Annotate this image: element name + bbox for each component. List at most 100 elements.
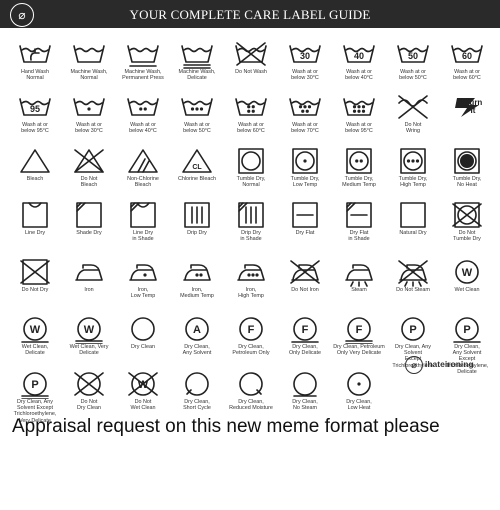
circ-nosteam-icon xyxy=(293,372,317,397)
care-symbol: 40 Wash at or below 40°C xyxy=(332,40,386,81)
care-symbol: Steam xyxy=(332,258,386,293)
symbol-label: Do Not Wash xyxy=(235,69,267,75)
circ-letter-bar2-icon: P xyxy=(21,372,49,399)
circ-letter-icon: F xyxy=(239,317,263,341)
care-symbol: Wash at or below 30°C xyxy=(62,93,116,134)
symbol-label: Dry Clean, Petroleum Only xyxy=(232,344,270,357)
care-symbol: Line Dry xyxy=(8,201,62,236)
iron-icon xyxy=(75,264,103,281)
svg-text:30: 30 xyxy=(300,51,310,61)
care-symbol: A Dry Clean, Any Solvent xyxy=(170,315,224,356)
symbol-label: Dry Clean xyxy=(131,344,155,350)
tub-bar-icon xyxy=(127,45,159,67)
circ-low-icon xyxy=(347,372,371,396)
care-symbol: Do Not Dry xyxy=(8,258,62,293)
care-symbol: W Wet Clean, Delicate xyxy=(8,315,62,356)
symbol-label: Line Dry xyxy=(24,230,46,236)
care-symbol: F Dry Clean, Petroleum Only xyxy=(224,315,278,356)
iron-x-icon xyxy=(290,260,320,284)
symbol-label: Wash at or below 30°C xyxy=(75,122,103,135)
symbol-label: Tumble Dry, Medium Temp xyxy=(342,176,376,189)
care-symbol: Do Not Wash xyxy=(224,40,278,75)
watermark: ⌀ ihateironing xyxy=(405,356,500,374)
care-symbol: Do Not Bleach xyxy=(62,147,116,188)
symbol-label: Line Dry in Shade xyxy=(132,230,154,243)
tub-dots-icon xyxy=(289,98,321,116)
wring-x-icon xyxy=(398,95,428,119)
tub-x-icon xyxy=(235,42,267,66)
symbol-label: Wash at or below 50°C xyxy=(399,69,427,82)
symbol-label: Wash at or below 60°C xyxy=(237,122,265,135)
care-symbol: CL Chlorine Bleach xyxy=(170,147,224,182)
iron-dot-icon xyxy=(183,264,211,281)
circ-icon xyxy=(131,317,155,341)
svg-text:95: 95 xyxy=(30,104,40,114)
symbol-label: Do Not Dry Clean xyxy=(77,399,101,412)
circ-letter-bar-icon: P xyxy=(453,317,481,343)
svg-text:W: W xyxy=(462,267,473,279)
symbol-label: Do Not Steam xyxy=(396,287,430,293)
symbol-label: Wash at or below 95°C xyxy=(345,122,373,135)
symbol-label: Dry Clean, Only Delicate xyxy=(288,344,322,357)
tub-dots-icon xyxy=(235,98,267,116)
care-symbol: Iron, Low Temp xyxy=(116,258,170,299)
symbol-label: Chlorine Bleach xyxy=(177,176,217,182)
sq-x-icon xyxy=(20,259,50,285)
symbol-label: Dry Clean, Reduced Moisture xyxy=(229,399,273,412)
symbol-label: Dry Flat xyxy=(295,230,315,236)
circ-reduced-icon xyxy=(239,372,263,396)
care-symbol: 30 Wash at or below 30°C xyxy=(278,40,332,81)
care-symbol: 60 Wash at or below 60°C xyxy=(440,40,494,81)
chart-title: YOUR COMPLETE CARE LABEL GUIDE xyxy=(129,7,371,22)
symbol-label: Wash at or below 95°C xyxy=(21,122,49,135)
symbol-label: Iron, High Temp xyxy=(238,287,264,300)
svg-text:W: W xyxy=(84,324,95,336)
symbol-label: Wash at or below 60°C xyxy=(453,69,481,82)
tub-num-icon: 30 xyxy=(289,45,321,63)
care-symbol: Do Not Wring xyxy=(386,93,440,134)
meme-caption: Appraisal request on this new meme forma… xyxy=(12,416,440,437)
care-symbol: Non-Chlorine Bleach xyxy=(116,147,170,188)
care-symbol: Bleach xyxy=(8,147,62,182)
care-symbol: Iron, Medium Temp xyxy=(170,258,224,299)
symbol-label: Non-Chlorine Bleach xyxy=(127,176,159,189)
symbol-label: Do Not Dry xyxy=(21,287,49,293)
care-symbol: Do Not Iron xyxy=(278,258,332,293)
symbol-label: Wet Clean, Very Delicate xyxy=(69,344,109,357)
symbol-label: Do Not Tumble Dry xyxy=(453,230,481,243)
symbol-label: Dry Flat in Shade xyxy=(348,230,370,243)
watermark-text: ihateironing xyxy=(425,359,474,369)
sq-circle-dot-icon xyxy=(400,148,426,174)
symbol-label: Tumble Dry, Low Temp xyxy=(290,176,320,189)
symbol-label: Machine Wash, Permanent Press xyxy=(122,69,164,82)
care-symbol: Wash at or below 40°C xyxy=(116,93,170,134)
sq-circle-fill-icon xyxy=(454,148,480,174)
care-symbol: Dry Flat xyxy=(278,201,332,236)
care-symbol: Drip Dry in Shade xyxy=(224,201,278,242)
care-symbol: Machine Wash, Delicate xyxy=(170,40,224,81)
symbol-label: Do Not Bleach xyxy=(80,176,98,189)
svg-text:60: 60 xyxy=(462,51,472,61)
tri-x-icon xyxy=(74,149,104,173)
svg-text:P: P xyxy=(463,324,470,336)
tub-num-icon: 60 xyxy=(451,45,483,63)
svg-text:CL: CL xyxy=(192,164,202,171)
tub-num-icon: 50 xyxy=(397,45,429,63)
symbol-label: Wash at or below 40°C xyxy=(345,69,373,82)
tri-icon xyxy=(20,149,50,173)
svg-text:P: P xyxy=(409,324,416,336)
symbol-label: Do Not Wet Clean xyxy=(130,399,156,412)
care-symbol: Wash at or below 50°C xyxy=(170,93,224,134)
sq-line-icon xyxy=(22,202,48,228)
symbol-label: Shade Dry xyxy=(76,230,102,236)
symbol-label: Iron, Medium Temp xyxy=(180,287,214,300)
symbol-label: Bleach xyxy=(26,176,44,182)
care-symbol: Burn It xyxy=(440,93,494,122)
svg-text:A: A xyxy=(193,324,201,336)
chart-header: ⌀ YOUR COMPLETE CARE LABEL GUIDE xyxy=(0,0,500,28)
care-symbol: W Wet Clean, Very Delicate xyxy=(62,315,116,356)
care-symbol: Tumble Dry, Normal xyxy=(224,147,278,188)
care-symbol: Dry Clean, No Steam xyxy=(278,370,332,411)
circ-letter-bar2-icon: W xyxy=(75,317,103,344)
sq-circle-dot-icon xyxy=(292,148,318,174)
